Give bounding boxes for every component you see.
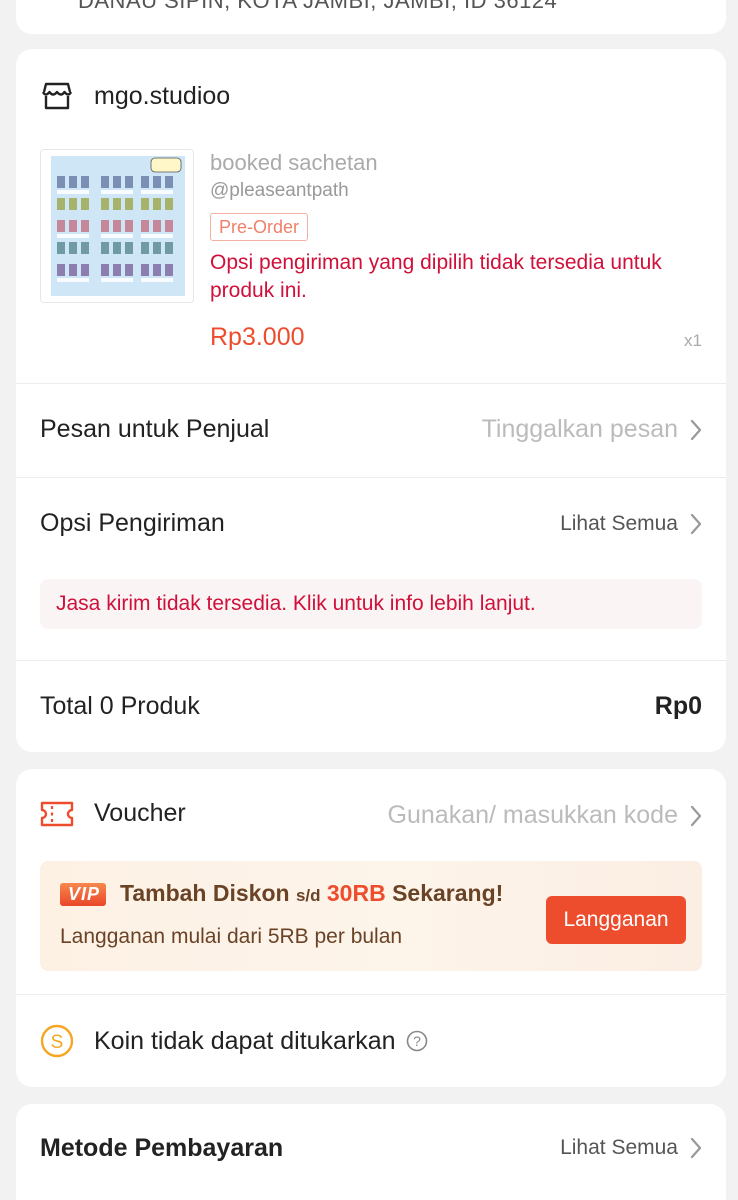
address-text: DANAU SIPIN, KOTA JAMBI, JAMBI, ID 36124 bbox=[78, 0, 558, 13]
shop-card: mgo.studioo booked sachetan @pleaseantpa… bbox=[16, 49, 726, 752]
vip-subtitle: Langganan mulai dari 5RB per bulan bbox=[60, 925, 403, 948]
vip-title-amount: 30RB bbox=[326, 880, 386, 906]
vip-title-pre: Tambah Diskon bbox=[120, 880, 290, 906]
product-price: Rp3.000 bbox=[210, 323, 305, 351]
total-label: Total 0 Produk bbox=[40, 692, 200, 720]
coin-row[interactable]: S Koin tidak dapat ditukarkan ? bbox=[40, 1024, 428, 1058]
voucher-code-link[interactable]: Gunakan/ masukkan kode bbox=[388, 801, 702, 830]
shop-name: mgo.studioo bbox=[94, 81, 231, 110]
preorder-badge: Pre-Order bbox=[210, 213, 309, 241]
divider bbox=[16, 477, 726, 478]
vip-title-sd: s/d bbox=[295, 886, 321, 905]
coin-label: Koin tidak dapat ditukarkan bbox=[94, 1026, 396, 1055]
shop-icon bbox=[41, 82, 73, 110]
shipping-see-all[interactable]: Lihat Semua bbox=[560, 512, 702, 536]
shipping-label: Opsi Pengiriman bbox=[40, 509, 225, 537]
product-image[interactable] bbox=[40, 149, 194, 303]
shipping-see-all-label: Lihat Semua bbox=[560, 512, 678, 535]
product-quantity: x1 bbox=[684, 331, 702, 350]
shop-header[interactable]: mgo.studioo bbox=[40, 81, 230, 111]
message-placeholder: Tinggalkan pesan bbox=[481, 415, 678, 443]
coin-icon: S bbox=[40, 1024, 74, 1058]
chevron-right-icon bbox=[690, 513, 702, 535]
chevron-right-icon bbox=[690, 419, 702, 440]
product-name: booked sachetan bbox=[210, 150, 378, 175]
svg-text:S: S bbox=[51, 1032, 64, 1053]
payment-label: Metode Pembayaran bbox=[40, 1134, 284, 1162]
product-warning: Opsi pengiriman yang dipilih tidak terse… bbox=[210, 251, 662, 302]
ticket-icon bbox=[40, 801, 74, 826]
vip-title: Tambah Diskon s/d 30RB Sekarang! bbox=[120, 880, 503, 907]
payment-card: Metode Pembayaran Lihat Semua bbox=[16, 1104, 726, 1200]
payment-see-all-label: Lihat Semua bbox=[560, 1136, 678, 1159]
vip-banner[interactable]: VIP Tambah Diskon s/d 30RB Sekarang! Lan… bbox=[40, 861, 702, 971]
product-thumbnail bbox=[41, 150, 193, 302]
svg-text:?: ? bbox=[413, 1033, 421, 1049]
product-info[interactable]: booked sachetan @pleaseantpath Pre-Order… bbox=[210, 149, 710, 305]
message-input[interactable]: Tinggalkan pesan bbox=[482, 415, 702, 444]
vip-title-post: Sekarang! bbox=[392, 880, 504, 906]
chevron-right-icon bbox=[690, 805, 702, 826]
chevron-right-icon bbox=[690, 1137, 702, 1159]
vip-badge: VIP bbox=[60, 883, 107, 906]
divider bbox=[16, 994, 726, 995]
question-icon[interactable]: ? bbox=[406, 1030, 428, 1052]
product-variant: @pleaseantpath bbox=[210, 180, 349, 201]
shipping-error[interactable]: Jasa kirim tidak tersedia. Klik untuk in… bbox=[40, 579, 702, 629]
voucher-action: Gunakan/ masukkan kode bbox=[387, 801, 678, 829]
total-value: Rp0 bbox=[654, 692, 702, 720]
voucher-label: Voucher bbox=[94, 799, 186, 827]
voucher-card: Voucher Gunakan/ masukkan kode VIP Tamba… bbox=[16, 769, 726, 1087]
address-card[interactable]: DANAU SIPIN, KOTA JAMBI, JAMBI, ID 36124 bbox=[16, 0, 726, 34]
divider bbox=[16, 660, 726, 661]
payment-see-all[interactable]: Lihat Semua bbox=[560, 1136, 702, 1160]
subscribe-button[interactable]: Langganan bbox=[546, 896, 686, 944]
voucher-row[interactable]: Voucher bbox=[40, 799, 186, 828]
message-label: Pesan untuk Penjual bbox=[40, 415, 270, 443]
divider bbox=[16, 383, 726, 384]
